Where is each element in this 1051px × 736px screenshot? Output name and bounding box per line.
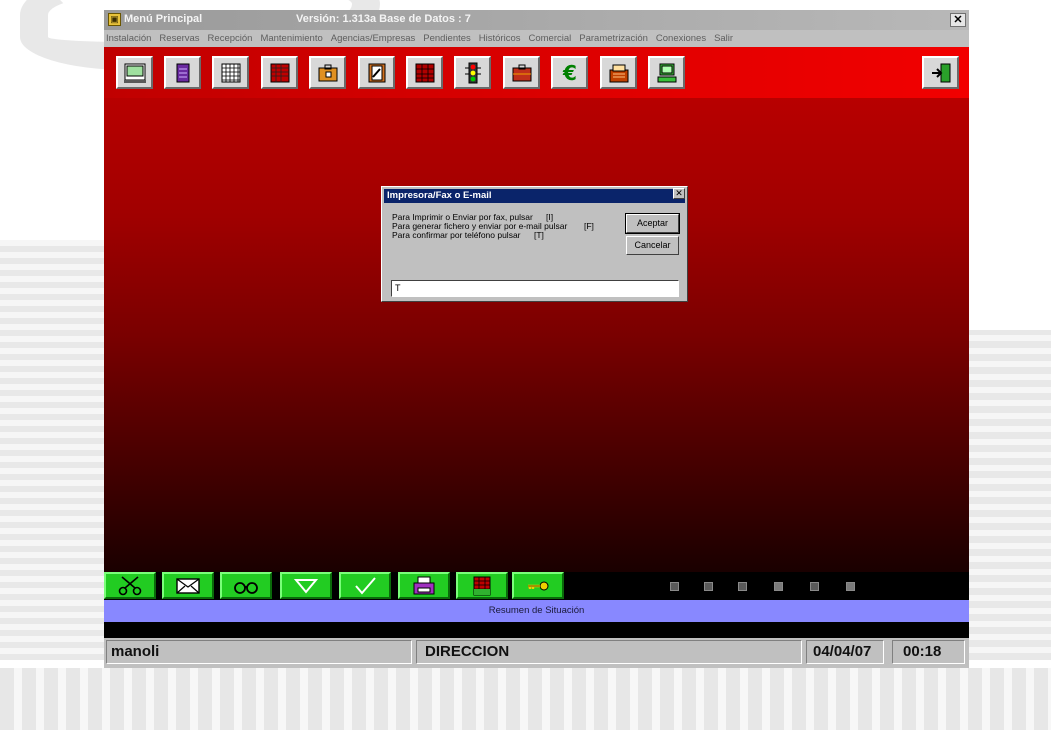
toolbar-traffic-light-button[interactable]	[454, 56, 491, 89]
option-checkbox-1[interactable]	[670, 582, 679, 591]
table-icon	[415, 63, 434, 82]
cash-register-icon	[609, 64, 628, 82]
menu-parametrizacion[interactable]: Parametrización	[579, 33, 648, 44]
status-user: manoli	[106, 640, 412, 664]
toolbar-picture-button[interactable]	[116, 56, 153, 89]
menu-comercial[interactable]: Comercial	[528, 33, 571, 44]
ledger-icon	[270, 63, 289, 82]
suitcase-icon	[512, 64, 531, 81]
envelope-icon	[176, 577, 200, 594]
toolbar-cash-register-button[interactable]	[600, 56, 637, 89]
menu-pendientes[interactable]: Pendientes	[423, 33, 471, 44]
printer-icon	[413, 576, 435, 594]
computer-icon	[657, 63, 676, 82]
instruction-phone: Para confirmar por teléfono pulsar	[392, 230, 521, 240]
menu-mantenimiento[interactable]: Mantenimiento	[260, 33, 322, 44]
down-button[interactable]	[280, 572, 332, 599]
title-bar: ▣ Menú Principal Versión: 1.313a Base de…	[104, 10, 969, 30]
briefcase-icon	[318, 64, 337, 81]
report-button[interactable]	[456, 572, 508, 599]
cancel-button[interactable]: Cancelar	[626, 236, 679, 255]
toolbar: €	[104, 47, 969, 98]
status-department: DIRECCION	[416, 640, 802, 664]
confirm-button[interactable]	[339, 572, 391, 599]
menu-bar: Instalación Reservas Recepción Mantenimi…	[104, 30, 969, 47]
binoculars-icon	[234, 581, 258, 594]
key-icon	[528, 581, 549, 590]
watermark-building-base	[0, 668, 1051, 730]
watermark-building-right	[969, 330, 1051, 660]
toolbar-suitcase-button[interactable]	[503, 56, 540, 89]
toolbar-table-button[interactable]	[406, 56, 443, 89]
window-title: Menú Principal	[124, 13, 203, 25]
triangle-down-icon	[293, 578, 319, 594]
print-button[interactable]	[398, 572, 450, 599]
option-checkbox-2[interactable]	[704, 582, 713, 591]
menu-conexiones[interactable]: Conexiones	[656, 33, 706, 44]
app-icon: ▣	[108, 13, 121, 26]
workspace	[104, 98, 969, 572]
summary-bar[interactable]: Resumen de Situación	[104, 600, 969, 622]
scissors-icon	[118, 575, 142, 595]
search-button[interactable]	[220, 572, 272, 599]
toolbar-computer-button[interactable]	[648, 56, 685, 89]
key-email: [F]	[584, 221, 594, 231]
exit-door-icon	[931, 63, 950, 82]
option-checkbox-6[interactable]	[846, 582, 855, 591]
dialog-title: Impresora/Fax o E-mail	[384, 189, 685, 203]
toolbar-euro-button[interactable]: €	[551, 56, 588, 89]
watermark-building-left	[0, 240, 104, 660]
notebook-icon	[368, 63, 385, 82]
main-window: ▣ Menú Principal Versión: 1.313a Base de…	[104, 10, 969, 668]
action-bar	[104, 572, 969, 599]
option-checkbox-3[interactable]	[738, 582, 747, 591]
menu-instalacion[interactable]: Instalación	[106, 33, 151, 44]
menu-historicos[interactable]: Históricos	[479, 33, 521, 44]
toolbar-notebook-button[interactable]	[358, 56, 395, 89]
euro-icon: €	[562, 62, 577, 84]
spreadsheet-icon	[473, 576, 491, 595]
toolbar-ledger-button[interactable]	[261, 56, 298, 89]
euro-symbol: €	[562, 62, 577, 84]
checkmark-icon	[355, 576, 376, 595]
mail-button[interactable]	[162, 572, 214, 599]
cut-button[interactable]	[104, 572, 156, 599]
option-input[interactable]: T	[391, 280, 679, 297]
toolbar-list-button[interactable]	[164, 56, 201, 89]
menu-agencias-empresas[interactable]: Agencias/Empresas	[331, 33, 415, 44]
option-checkbox-4[interactable]	[774, 582, 783, 591]
accept-button[interactable]: Aceptar	[625, 213, 680, 234]
option-checkbox-5[interactable]	[810, 582, 819, 591]
toolbar-grid-button[interactable]	[212, 56, 249, 89]
traffic-light-icon	[464, 62, 481, 83]
menu-reservas[interactable]: Reservas	[159, 33, 199, 44]
key-phone: [T]	[534, 230, 544, 240]
print-fax-email-dialog: Impresora/Fax o E-mail ✕ Para Imprimir o…	[381, 186, 688, 302]
grid-icon	[221, 63, 240, 82]
list-icon	[176, 63, 189, 82]
window-close-button[interactable]: ✕	[950, 13, 966, 27]
status-bar: manoli DIRECCION 04/04/07 00:18	[104, 638, 969, 668]
version-label: Versión: 1.313a Base de Datos : 7	[296, 13, 471, 25]
toolbar-exit-button[interactable]	[922, 56, 959, 89]
menu-salir[interactable]: Salir	[714, 33, 733, 44]
menu-recepcion[interactable]: Recepción	[208, 33, 253, 44]
picture-icon	[123, 63, 146, 83]
status-time: 00:18	[892, 640, 965, 664]
status-date: 04/04/07	[806, 640, 884, 664]
toolbar-briefcase-button[interactable]	[309, 56, 346, 89]
dialog-close-button[interactable]: ✕	[673, 188, 685, 199]
key-button[interactable]	[512, 572, 564, 599]
